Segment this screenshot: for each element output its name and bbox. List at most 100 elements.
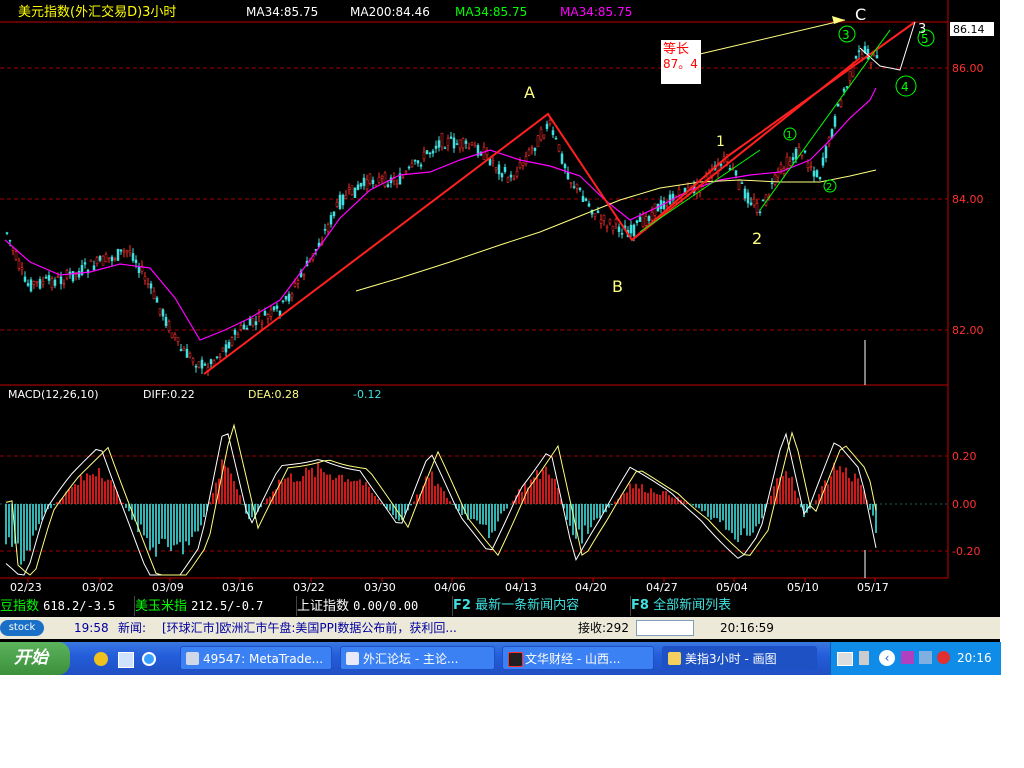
show-desktop-icon[interactable] — [118, 652, 134, 668]
candle-body — [386, 184, 390, 188]
task-wenhua[interactable]: 文华财经 - 山西... — [502, 646, 654, 670]
chevron-left-icon[interactable]: ‹ — [879, 650, 895, 666]
candle-body — [668, 194, 672, 205]
annotation-line2: 87。4 — [663, 57, 698, 71]
candle-body — [143, 276, 147, 281]
candle-body — [500, 173, 504, 178]
date-tick: 04/13 — [505, 581, 537, 594]
candle-body — [71, 271, 75, 282]
candle-body — [791, 157, 795, 161]
task-label: 49547: MetaTrade... — [203, 652, 324, 666]
candle-body — [647, 216, 651, 221]
candle-body — [629, 224, 633, 234]
price-tick: 82.00 — [952, 324, 984, 337]
candle-body — [464, 140, 468, 144]
candle-body — [446, 138, 450, 147]
candle-body — [524, 156, 528, 165]
candle-body — [653, 203, 657, 216]
candle-body — [569, 182, 573, 184]
candle-body — [755, 203, 759, 213]
candle-body — [293, 282, 297, 287]
candle-body — [842, 88, 846, 92]
macd-histogram — [5, 423, 877, 576]
macd-tick: -0.20 — [952, 545, 980, 558]
date-tick: 05/04 — [716, 581, 748, 594]
ticker-shanghai[interactable]: 上证指数 0.00/0.00 — [296, 596, 449, 616]
candle-body — [536, 135, 540, 148]
wave-trend-lines — [203, 112, 729, 375]
ticker-f2-news[interactable]: F2 最新一条新闻内容 — [452, 596, 623, 616]
candle-body — [440, 133, 444, 148]
ticker-corn[interactable]: 美玉米指 212.5/-0.7 — [134, 596, 295, 616]
candle-body — [134, 259, 138, 264]
candle-body — [329, 215, 333, 225]
candle-body — [575, 183, 579, 189]
candle-body — [563, 164, 567, 169]
ticker-f8-news[interactable]: F8 全部新闻列表 — [630, 596, 776, 616]
candle-body — [473, 145, 477, 148]
candle-body — [179, 349, 183, 351]
candle-body — [515, 170, 519, 177]
candle-body — [377, 176, 381, 183]
task-label: 外汇论坛 - 主论... — [363, 652, 459, 666]
candle-body — [53, 279, 57, 286]
candle-body — [401, 176, 405, 179]
candle-body — [770, 182, 774, 185]
candle-body — [806, 162, 810, 168]
antivirus-icon[interactable] — [937, 651, 950, 664]
network-icon[interactable] — [919, 651, 932, 664]
date-axis: 02/23 03/02 03/09 03/16 03/22 03/30 04/06 04/13… — [10, 578, 889, 594]
candle-body — [380, 176, 384, 179]
news-time: 19:58 — [74, 621, 109, 635]
candle-body — [854, 56, 858, 59]
candle-body — [467, 146, 471, 149]
news-headline[interactable]: [环球汇市]欧洲汇市午盘:美国PPI数据公布前，获利回... — [162, 617, 457, 639]
candle-body — [44, 276, 48, 279]
candle-body — [131, 253, 135, 261]
candle-body — [497, 164, 501, 175]
candle-body — [779, 164, 783, 171]
start-button[interactable]: 开始 — [0, 642, 70, 675]
internet-explorer-icon[interactable] — [142, 652, 156, 666]
macd-title: MACD(12,26,10) — [8, 388, 99, 401]
ticker-value: 618.2/-3.5 — [43, 599, 116, 613]
media-player-icon[interactable] — [94, 652, 108, 666]
speaker-icon[interactable] — [859, 651, 869, 665]
date-tick: 04/06 — [434, 581, 466, 594]
help-icon[interactable] — [901, 651, 914, 664]
candle-body — [560, 153, 564, 164]
candle-body — [257, 313, 261, 317]
candle-body — [800, 154, 804, 157]
candle-body — [239, 324, 243, 330]
macd-tick: 0.00 — [952, 498, 977, 511]
task-paint[interactable]: 美指3小时 - 画图 — [662, 646, 817, 670]
candle-body — [275, 305, 279, 309]
candle-body — [185, 348, 189, 358]
wave-label-sub3: 3 — [842, 28, 850, 42]
candle-body — [368, 173, 372, 184]
ticker-f2-label: 最新一条新闻内容 — [475, 598, 580, 613]
date-tick: 05/10 — [787, 581, 819, 594]
candle-body — [50, 278, 54, 288]
candle-body — [137, 266, 141, 274]
receive-input[interactable] — [636, 620, 694, 636]
paint-icon — [668, 652, 681, 665]
date-tick: 03/09 — [152, 581, 184, 594]
candle-body — [503, 167, 507, 173]
news-clock: 20:16:59 — [720, 621, 774, 635]
candle-body — [32, 281, 36, 285]
candle-body — [449, 136, 453, 139]
keyboard-icon[interactable] — [837, 652, 853, 666]
date-tick: 03/22 — [293, 581, 325, 594]
candle-body — [104, 253, 108, 262]
task-metatrader[interactable]: 49547: MetaTrade... — [180, 646, 332, 670]
candle-body — [287, 293, 291, 302]
date-tick: 05/17 — [857, 581, 889, 594]
candle-body — [443, 147, 447, 149]
ticker-soybean[interactable]: 豆指数 618.2/-3.5 — [0, 596, 132, 616]
task-forum[interactable]: 外汇论坛 - 主论... — [340, 646, 495, 670]
candle-body — [857, 50, 861, 53]
candle-body — [116, 249, 120, 261]
price-tick: 84.00 — [952, 193, 984, 206]
candle-body — [836, 103, 840, 107]
